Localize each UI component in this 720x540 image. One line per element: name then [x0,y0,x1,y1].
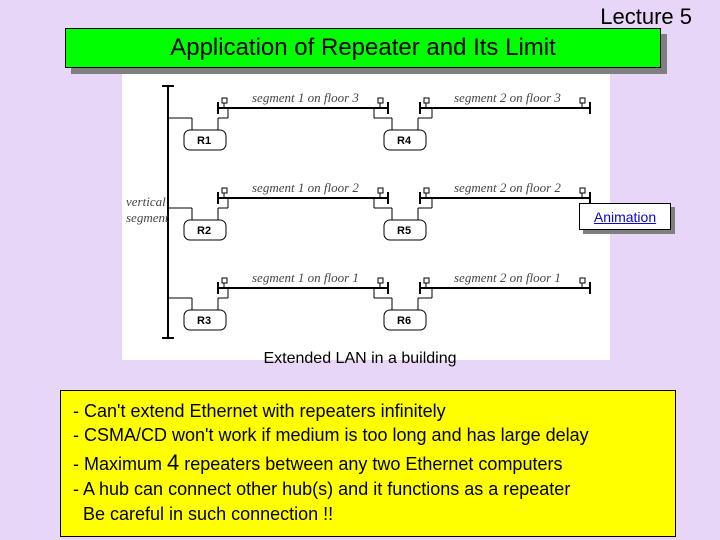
lecture-label: Lecture 5 [600,4,692,30]
bullet-text: - Maximum [73,454,167,474]
bullet-text: repeaters between any two Ethernet compu… [179,454,562,474]
vertical-label-2: segment [126,210,169,225]
diagram-row: segment 1 on floor 3 segment 2 on floor … [168,90,590,150]
building-lan-diagram: vertical segment segment 1 on floor 3 se… [122,74,610,360]
repeater-label: R5 [397,225,411,237]
animation-button[interactable]: Animation [579,203,671,230]
animation-link[interactable]: Animation [594,209,656,225]
max-repeaters-number: 4 [167,450,179,475]
seg-label: segment 1 on floor 1 [252,270,359,285]
seg-label: segment 2 on floor 3 [454,90,561,105]
vertical-label-1: vertical [126,194,166,209]
repeater-label: R4 [397,135,412,147]
bullet-line: - Maximum 4 repeaters between any two Et… [73,448,663,478]
notes-box: - Can't extend Ethernet with repeaters i… [60,390,676,537]
bullet-line: - Can't extend Ethernet with repeaters i… [73,399,663,423]
seg-label: segment 2 on floor 2 [454,180,561,195]
diagram-row: segment 1 on floor 1 segment 2 on floor … [168,270,590,330]
diagram-row: segment 1 on floor 2 segment 2 on floor … [168,180,590,240]
seg-label: segment 2 on floor 1 [454,270,561,285]
slide-title: Application of Repeater and Its Limit [65,28,661,68]
repeater-label: R1 [197,135,211,147]
bullet-line: Be careful in such connection !! [73,502,663,526]
bullet-line: - CSMA/CD won't work if medium is too lo… [73,423,663,447]
bullet-line: - A hub can connect other hub(s) and it … [73,477,663,501]
diagram-caption: Extended LAN in a building [0,350,720,368]
repeater-label: R3 [197,315,211,327]
seg-label: segment 1 on floor 3 [252,90,359,105]
repeater-label: R2 [197,225,211,237]
repeater-label: R6 [397,315,411,327]
seg-label: segment 1 on floor 2 [252,180,359,195]
